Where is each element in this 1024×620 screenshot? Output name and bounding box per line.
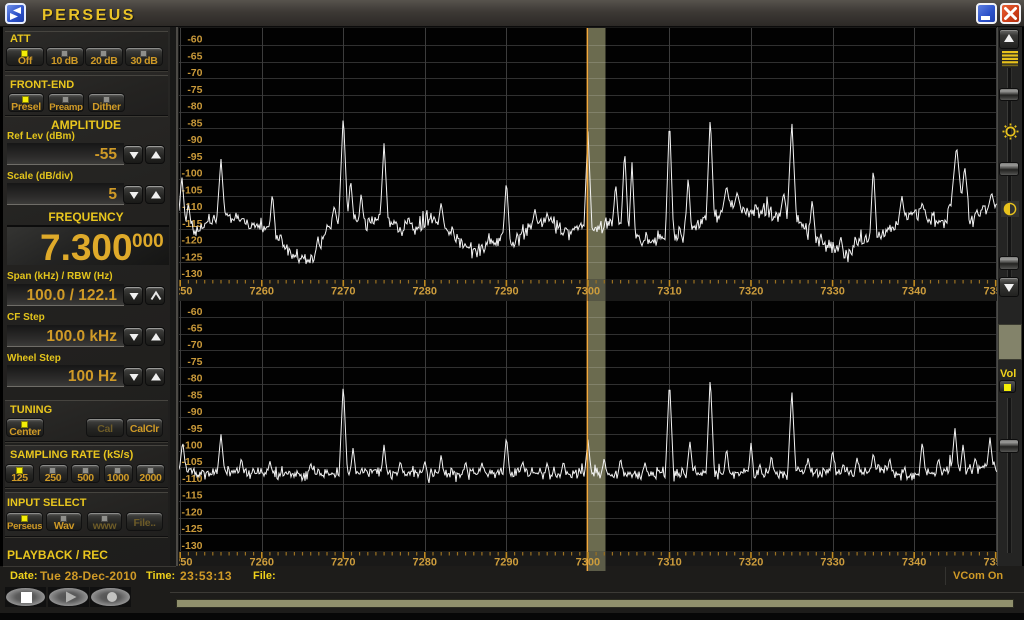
svg-text:-90: -90	[187, 134, 202, 146]
svg-text:7320: 7320	[739, 286, 763, 298]
svg-text:-120: -120	[181, 506, 202, 518]
svg-text:7260: 7260	[250, 286, 274, 298]
svg-text:7260: 7260	[250, 557, 274, 569]
svg-text:-80: -80	[187, 101, 202, 113]
svg-text:-90: -90	[187, 406, 202, 418]
svg-text:-70: -70	[187, 339, 202, 351]
svg-text:7300: 7300	[576, 286, 600, 298]
svg-text:-105: -105	[181, 184, 202, 196]
svg-text:7340: 7340	[902, 286, 926, 298]
svg-text:7350: 7350	[983, 557, 997, 569]
svg-text:7330: 7330	[820, 286, 844, 298]
svg-text:7290: 7290	[494, 557, 518, 569]
svg-text:7250: 7250	[179, 557, 192, 569]
svg-text:-65: -65	[187, 323, 202, 335]
svg-text:7280: 7280	[413, 286, 437, 298]
svg-text:-115: -115	[182, 490, 203, 502]
svg-text:7280: 7280	[413, 557, 437, 569]
svg-text:-85: -85	[187, 117, 202, 129]
svg-text:7270: 7270	[331, 557, 355, 569]
svg-text:-60: -60	[187, 306, 202, 318]
svg-text:-80: -80	[187, 373, 202, 385]
svg-text:-130: -130	[181, 540, 202, 551]
svg-text:-100: -100	[181, 440, 202, 452]
svg-text:-65: -65	[187, 50, 202, 62]
svg-text:7310: 7310	[657, 557, 681, 569]
svg-text:-75: -75	[187, 84, 202, 96]
svg-text:-125: -125	[181, 523, 202, 535]
svg-text:7330: 7330	[820, 557, 844, 569]
svg-text:-60: -60	[187, 34, 202, 46]
svg-text:-125: -125	[181, 251, 202, 263]
svg-text:-95: -95	[187, 423, 202, 435]
svg-text:7340: 7340	[902, 557, 926, 569]
svg-text:-95: -95	[187, 151, 202, 163]
svg-text:-100: -100	[181, 168, 202, 180]
svg-text:-70: -70	[187, 67, 202, 79]
svg-text:-130: -130	[181, 268, 202, 279]
svg-text:7290: 7290	[494, 286, 518, 298]
svg-text:7270: 7270	[331, 286, 355, 298]
svg-text:-75: -75	[187, 356, 202, 368]
svg-text:7300: 7300	[576, 557, 600, 569]
svg-text:7310: 7310	[657, 286, 681, 298]
svg-text:-85: -85	[187, 389, 202, 401]
svg-text:-120: -120	[181, 235, 202, 247]
svg-text:7320: 7320	[739, 557, 763, 569]
svg-text:7350: 7350	[983, 286, 997, 298]
svg-text:7250: 7250	[179, 286, 192, 298]
